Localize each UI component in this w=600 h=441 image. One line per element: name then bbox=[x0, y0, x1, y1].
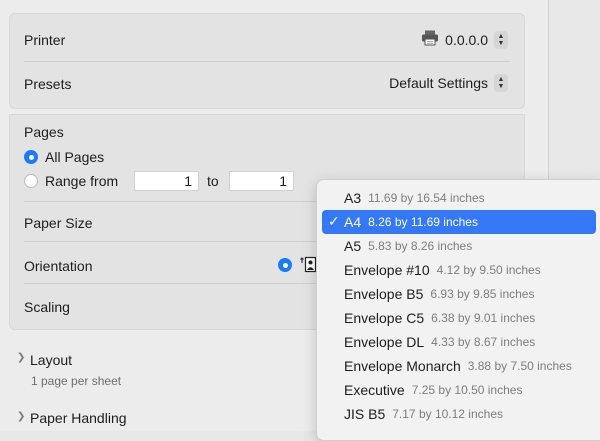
orientation-label: Orientation bbox=[24, 258, 93, 274]
menu-item-envelope-dl[interactable]: Envelope DL 4.33 by 8.67 inches bbox=[322, 330, 596, 354]
menu-item-executive[interactable]: Executive 7.25 by 10.50 inches bbox=[322, 378, 596, 402]
paper-size-menu: A3 11.69 by 16.54 inches ✓ A4 8.26 by 11… bbox=[316, 179, 600, 441]
paper-handling-section-title[interactable]: Paper Handling bbox=[30, 410, 127, 426]
menu-item-dims: 7.17 by 10.12 inches bbox=[392, 407, 503, 421]
menu-item-name: Envelope B5 bbox=[344, 286, 424, 302]
portrait-radio[interactable] bbox=[278, 258, 292, 272]
menu-item-name: A4 bbox=[344, 214, 362, 230]
layout-section-title[interactable]: Layout bbox=[30, 352, 72, 368]
chevron-right-icon[interactable]: ❯ bbox=[17, 352, 25, 363]
paper-size-label: Paper Size bbox=[24, 215, 93, 231]
menu-item-dims: 6.38 by 9.01 inches bbox=[431, 311, 536, 325]
pages-title: Pages bbox=[24, 124, 64, 140]
printer-icon bbox=[421, 30, 439, 49]
menu-item-name: Executive bbox=[344, 382, 405, 398]
menu-item-dims: 7.25 by 10.50 inches bbox=[411, 383, 523, 397]
menu-item-name: Envelope #10 bbox=[344, 262, 430, 278]
menu-item-name: Envelope C5 bbox=[344, 310, 425, 326]
menu-item-envelope-c5[interactable]: Envelope C5 6.38 by 9.01 inches bbox=[322, 306, 596, 330]
menu-item-dims: 3.88 by 7.50 inches bbox=[467, 359, 572, 373]
scaling-label: Scaling bbox=[24, 299, 70, 315]
menu-item-envelope-b5[interactable]: Envelope B5 6.93 by 9.85 inches bbox=[322, 282, 596, 306]
printer-value: 0.0.0.0 bbox=[445, 31, 488, 48]
presets-popup[interactable]: Default Settings ▲ ▼ bbox=[389, 74, 508, 92]
menu-item-name: Envelope DL bbox=[344, 334, 425, 350]
chevron-right-icon[interactable]: ❯ bbox=[17, 411, 25, 422]
menu-item-a5[interactable]: A5 5.83 by 8.26 inches bbox=[322, 234, 596, 258]
menu-item-name: Envelope Monarch bbox=[344, 358, 461, 374]
chevron-updown-icon: ▲ ▼ bbox=[494, 30, 508, 49]
layout-summary: 1 page per sheet bbox=[31, 374, 122, 388]
menu-item-dims: 6.93 by 9.85 inches bbox=[430, 287, 535, 301]
range-to-field[interactable]: 1 bbox=[229, 171, 294, 191]
range-radio[interactable] bbox=[24, 174, 38, 188]
menu-item-envelope-10[interactable]: Envelope #10 4.12 by 9.50 inches bbox=[322, 258, 596, 282]
menu-item-dims: 8.26 by 11.69 inches bbox=[368, 215, 478, 229]
menu-item-a3[interactable]: A3 11.69 by 16.54 inches bbox=[322, 186, 596, 210]
divider bbox=[24, 61, 510, 62]
menu-item-name: A3 bbox=[344, 190, 362, 206]
presets-label: Presets bbox=[24, 76, 72, 92]
menu-item-dims: 4.33 by 8.67 inches bbox=[431, 335, 536, 349]
portrait-icon bbox=[299, 256, 317, 279]
chevron-updown-icon: ▲ ▼ bbox=[494, 74, 508, 92]
menu-item-name: A5 bbox=[344, 238, 362, 254]
range-from-label: Range from bbox=[45, 173, 119, 189]
presets-value: Default Settings bbox=[389, 75, 488, 91]
printer-presets-group: Printer 0.0.0.0 ▲ ▼ Presets Default Setti… bbox=[9, 13, 525, 109]
menu-item-dims: 5.83 by 8.26 inches bbox=[368, 239, 473, 253]
checkmark-icon: ✓ bbox=[328, 213, 340, 229]
menu-item-dims: 4.12 by 9.50 inches bbox=[436, 263, 541, 277]
all-pages-label: All Pages bbox=[45, 149, 105, 165]
menu-item-name: JIS B5 bbox=[344, 406, 386, 422]
menu-item-dims: 11.69 by 16.54 inches bbox=[368, 191, 485, 205]
menu-item-jis-b5[interactable]: JIS B5 7.17 by 10.12 inches bbox=[322, 402, 596, 426]
printer-label: Printer bbox=[24, 32, 66, 48]
range-from-field[interactable]: 1 bbox=[134, 171, 199, 191]
all-pages-radio[interactable] bbox=[24, 150, 38, 164]
printer-popup[interactable]: 0.0.0.0 ▲ ▼ bbox=[421, 30, 508, 49]
menu-item-envelope-monarch[interactable]: Envelope Monarch 3.88 by 7.50 inches bbox=[322, 354, 596, 378]
menu-item-a4[interactable]: ✓ A4 8.26 by 11.69 inches bbox=[322, 210, 596, 234]
range-to-label: to bbox=[207, 173, 219, 189]
